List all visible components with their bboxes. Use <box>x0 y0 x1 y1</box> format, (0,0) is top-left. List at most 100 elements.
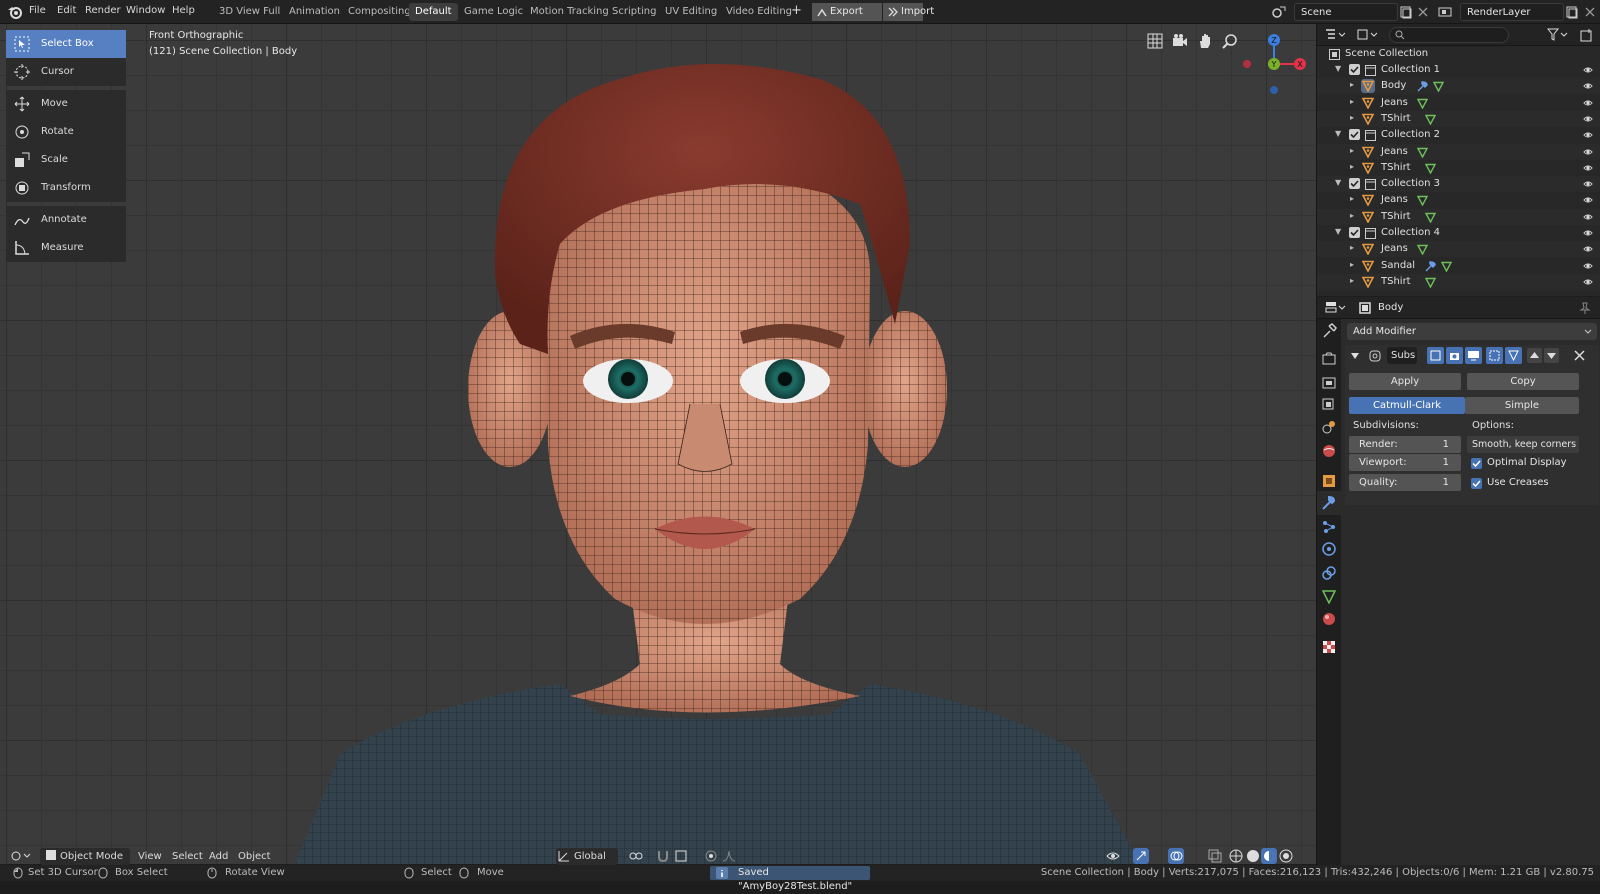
texture-tab-icon[interactable] <box>1321 639 1337 655</box>
mode-select[interactable]: Object Mode <box>40 848 130 865</box>
character-model[interactable] <box>0 24 1316 864</box>
snap-target-icon[interactable] <box>674 849 688 863</box>
scene-field[interactable]: Scene <box>1294 3 1398 21</box>
visibility-eye-icon[interactable] <box>1583 130 1593 140</box>
proportional-edit-icon[interactable] <box>704 849 718 863</box>
visibility-eye-icon[interactable] <box>1583 277 1593 287</box>
delete-render-layer-icon[interactable] <box>1582 4 1598 20</box>
menu-add[interactable]: Add <box>205 848 232 865</box>
expand-toggle-icon[interactable]: ▸ <box>1350 113 1360 123</box>
navigation-gizmo[interactable]: Z Y X <box>1236 28 1306 100</box>
mesh-data-icon[interactable] <box>1425 212 1436 223</box>
visibility-eye-icon[interactable] <box>1583 81 1593 91</box>
menu-edit[interactable]: Edit <box>57 5 76 16</box>
tool-rotate[interactable]: Rotate <box>6 118 126 146</box>
uv-smooth-dropdown[interactable]: Smooth, keep corners <box>1467 436 1579 453</box>
import-button[interactable]: Import <box>883 3 934 21</box>
move-down-icon[interactable] <box>1544 348 1559 363</box>
outliner[interactable]: Scene Collection ▼ Collection 1 ▸ Body ▸ Jean… <box>1316 24 1600 296</box>
outliner-object[interactable]: ▸ TShirt <box>1317 160 1600 176</box>
tool-move[interactable]: Move <box>6 90 126 118</box>
visibility-icon[interactable] <box>1106 849 1128 863</box>
material-shading-icon[interactable] <box>1261 848 1277 864</box>
outliner-editor-type-icon[interactable] <box>1325 28 1347 42</box>
simple-button[interactable]: Simple <box>1465 397 1579 414</box>
mesh-data-icon[interactable] <box>1425 277 1436 288</box>
expand-toggle-icon[interactable]: ▸ <box>1350 276 1360 286</box>
tab-motion-tracking[interactable]: Motion Tracking <box>524 3 615 21</box>
tab-scripting[interactable]: Scripting <box>606 3 662 21</box>
optimal-display-checkbox[interactable] <box>1471 458 1482 469</box>
solid-shading-icon[interactable] <box>1245 848 1261 864</box>
menu-render[interactable]: Render <box>85 5 121 16</box>
wireframe-shading-icon[interactable] <box>1228 848 1244 864</box>
delete-scene-icon[interactable] <box>1415 4 1431 20</box>
outliner-collection[interactable]: ▼ Collection 1 <box>1317 62 1600 78</box>
mesh-data-tab-icon[interactable] <box>1321 589 1337 605</box>
falloff-icon[interactable] <box>722 849 736 863</box>
modifier-tab-active[interactable] <box>1317 491 1341 515</box>
properties-editor[interactable]: Body Add Modifier Subs Apply Copy Catmul… <box>1316 297 1600 865</box>
render-tab-icon[interactable] <box>1321 351 1337 367</box>
exclude-checkbox[interactable] <box>1349 129 1360 141</box>
copy-button[interactable]: Copy <box>1467 373 1579 390</box>
collapse-triangle-icon[interactable] <box>1350 351 1360 361</box>
object-tab-icon[interactable] <box>1321 473 1337 489</box>
outliner-object[interactable]: ▸ TShirt <box>1317 208 1600 225</box>
expand-toggle-icon[interactable]: ▸ <box>1350 260 1360 270</box>
tool-cursor[interactable]: Cursor <box>6 58 126 86</box>
expand-toggle-icon[interactable]: ▼ <box>1335 129 1345 139</box>
tab-default[interactable]: Default <box>409 3 458 21</box>
menu-select[interactable]: Select <box>168 848 207 865</box>
tool-transform[interactable]: Transform <box>6 174 126 202</box>
render-toggle-icon[interactable] <box>1446 347 1463 364</box>
expand-toggle-icon[interactable]: ▼ <box>1335 178 1345 188</box>
pan-hand-icon[interactable] <box>1197 33 1213 49</box>
move-up-icon[interactable] <box>1527 348 1542 363</box>
tab-compositing[interactable]: Compositing <box>342 3 417 21</box>
new-render-layer-icon[interactable] <box>1564 4 1580 20</box>
on-cage-toggle-icon[interactable] <box>1486 347 1503 364</box>
menu-object[interactable]: Object <box>234 848 275 865</box>
tab-animation[interactable]: Animation <box>283 3 346 21</box>
outliner-collection[interactable]: ▼ Collection 4 <box>1317 225 1600 241</box>
expand-toggle-icon[interactable]: ▼ <box>1335 64 1345 74</box>
menu-window[interactable]: Window <box>126 5 165 16</box>
render-levels-field[interactable]: Render: 1 <box>1349 436 1461 453</box>
expand-toggle-icon[interactable]: ▸ <box>1350 194 1360 204</box>
visibility-eye-icon[interactable] <box>1583 114 1593 124</box>
outliner-collection[interactable]: ▼ Collection 2 <box>1317 127 1600 143</box>
physics-tab-icon[interactable] <box>1321 541 1337 557</box>
visibility-eye-icon[interactable] <box>1583 98 1593 108</box>
render-layer-field[interactable]: RenderLayer <box>1460 3 1564 21</box>
render-layer-icon[interactable] <box>1437 4 1453 20</box>
scene-browse-icon[interactable] <box>1271 4 1287 20</box>
modifier-icon[interactable] <box>1417 81 1428 92</box>
constraints-tab-icon[interactable] <box>1321 565 1337 581</box>
outliner-object[interactable]: ▸ Body <box>1317 78 1600 95</box>
mesh-toggle-icon[interactable] <box>1505 347 1522 364</box>
editor-type-icon[interactable] <box>10 849 32 863</box>
exclude-checkbox[interactable] <box>1349 178 1360 190</box>
viewport-toggle-icon[interactable] <box>1465 347 1482 364</box>
world-tab-icon[interactable] <box>1321 443 1337 459</box>
display-mode-icon[interactable] <box>1357 28 1379 42</box>
orientation-select[interactable]: Global <box>556 848 618 865</box>
tab-3d-view-full[interactable]: 3D View Full <box>213 3 286 21</box>
mesh-data-icon[interactable] <box>1417 98 1428 109</box>
particles-tab-icon[interactable] <box>1321 519 1337 535</box>
outliner-object[interactable]: ▸ Jeans <box>1317 192 1600 208</box>
new-collection-icon[interactable] <box>1580 28 1594 42</box>
visibility-eye-icon[interactable] <box>1583 212 1593 222</box>
visibility-eye-icon[interactable] <box>1583 244 1593 254</box>
viewport-levels-field[interactable]: Viewport: 1 <box>1349 454 1461 471</box>
apply-button[interactable]: Apply <box>1349 373 1461 390</box>
expand-toggle-icon[interactable]: ▸ <box>1350 243 1360 253</box>
blender-logo-icon[interactable] <box>7 4 23 20</box>
tool-scale[interactable]: Scale <box>6 146 126 174</box>
remove-modifier-icon[interactable] <box>1573 349 1586 362</box>
mesh-data-icon[interactable] <box>1417 147 1428 158</box>
outliner-object[interactable]: ▸ Jeans <box>1317 143 1600 160</box>
add-workspace-button[interactable]: + <box>791 3 802 18</box>
new-scene-icon[interactable] <box>1398 4 1414 20</box>
